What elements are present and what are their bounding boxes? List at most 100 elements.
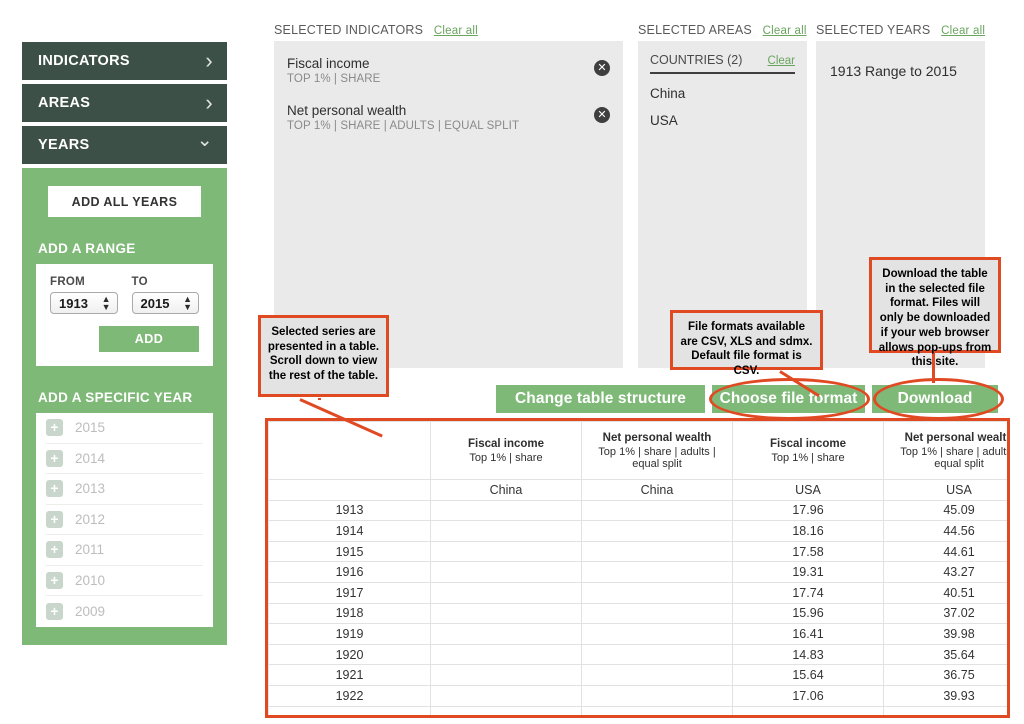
col-indicator-name: Net personal wealth <box>602 431 712 444</box>
col-indicator-meta: Top 1% | share <box>469 451 543 464</box>
to-label: TO <box>131 276 148 288</box>
download-button[interactable]: Download <box>872 385 998 413</box>
sidebar-item-areas[interactable]: AREAS <box>22 84 227 122</box>
specific-year-list[interactable]: + 2015 + 2014 + 2013 + 2012 + 2011 + 201… <box>36 413 213 627</box>
table-row: 1916 19.31 43.27 <box>268 561 1007 583</box>
to-field: TO 2015 ▲ ▼ <box>131 276 199 314</box>
table-cell-area: USA <box>883 479 1007 501</box>
table-row: 1917 17.74 40.51 <box>268 581 1007 604</box>
plus-icon[interactable]: + <box>46 480 63 498</box>
table-cell: 43.27 <box>883 561 1007 583</box>
clear-all-years-link[interactable]: Clear all <box>941 25 985 37</box>
from-year-stepper[interactable]: 1913 ▲ ▼ <box>50 292 118 314</box>
table-cell: 15.64 <box>732 664 884 686</box>
clear-all-indicators-link[interactable]: Clear all <box>434 25 478 37</box>
choose-file-format-button[interactable]: Choose file format <box>712 385 865 413</box>
table-cell: 17.58 <box>732 540 884 563</box>
clear-all-areas-link[interactable]: Clear all <box>763 25 807 37</box>
change-table-structure-button[interactable]: Change table structure <box>496 385 705 413</box>
data-table: Fiscal income Top 1% | share Net persona… <box>268 421 1010 715</box>
table-cell-year: 1922 <box>268 684 431 707</box>
plus-icon[interactable]: + <box>46 541 63 559</box>
selected-indicator-item: Fiscal income TOP 1% | SHARE ✕ <box>287 56 610 85</box>
selected-years-value[interactable]: 1913 Range to 2015 <box>830 63 957 79</box>
table-cell <box>430 520 582 542</box>
table-cell <box>430 684 582 707</box>
table-col-header: Net personal wealth Top 1% | share | adu… <box>883 421 1010 480</box>
table-cell <box>581 561 733 583</box>
table-cell: 16.41 <box>732 623 884 645</box>
list-item[interactable]: + 2013 <box>46 474 203 505</box>
table-cell: 44.61 <box>883 540 1007 563</box>
from-label: FROM <box>50 276 86 288</box>
list-item[interactable]: + 2015 <box>46 413 203 444</box>
table-cell: 15.96 <box>732 602 884 625</box>
selected-indicator-item: Net personal wealth TOP 1% | SHARE | ADU… <box>287 103 610 132</box>
year-label: 2012 <box>75 511 106 527</box>
add-range-button[interactable]: ADD <box>99 326 199 352</box>
col-indicator-meta: Top 1% | share | adults | equal split <box>900 445 1010 470</box>
sidebar-item-years[interactable]: YEARS <box>22 126 227 164</box>
list-item[interactable]: + 2014 <box>46 444 203 474</box>
sidebar-item-indicators-label: INDICATORS <box>38 53 130 69</box>
table-cell-year: 1916 <box>268 561 431 583</box>
table-cell-year: 1917 <box>268 581 431 604</box>
data-table-container[interactable]: Fiscal income Top 1% | share Net persona… <box>265 418 1010 718</box>
year-label: 2011 <box>75 542 105 558</box>
table-cell <box>581 705 733 715</box>
stepper-arrows-icon[interactable]: ▲ ▼ <box>183 295 192 312</box>
table-cell: 45.09 <box>883 499 1007 522</box>
table-cell <box>581 520 733 542</box>
callout-table-pointer <box>318 398 321 400</box>
countries-group-header: COUNTRIES (2) Clear <box>650 53 795 74</box>
table-cell-year: 1914 <box>268 520 431 542</box>
table-col-header: Fiscal income Top 1% | share <box>430 421 582 480</box>
remove-indicator-button[interactable]: ✕ <box>594 107 610 123</box>
table-cell <box>430 602 582 625</box>
plus-icon[interactable]: + <box>46 419 63 437</box>
table-cell <box>581 664 733 686</box>
table-cell <box>883 705 1007 715</box>
table-cell <box>581 684 733 707</box>
to-year-value: 2015 <box>140 295 170 311</box>
table-cell <box>581 581 733 604</box>
list-item[interactable]: USA <box>650 113 795 128</box>
table-cell: 14.83 <box>732 643 884 666</box>
table-cell-area: China <box>430 479 582 501</box>
plus-icon[interactable]: + <box>46 571 63 589</box>
year-label: 2015 <box>75 420 106 436</box>
list-item[interactable]: + 2012 <box>46 505 203 535</box>
table-cell <box>430 705 582 715</box>
plus-icon[interactable]: + <box>46 602 63 620</box>
remove-indicator-button[interactable]: ✕ <box>594 60 610 76</box>
table-col-header: Net personal wealth Top 1% | share | adu… <box>581 421 733 480</box>
list-item[interactable]: + 2010 <box>46 566 203 596</box>
year-label: 2014 <box>75 450 106 466</box>
table-cell: 40.51 <box>883 581 1007 604</box>
sidebar-item-indicators[interactable]: INDICATORS <box>22 42 227 80</box>
table-cell <box>430 581 582 604</box>
clear-countries-link[interactable]: Clear <box>768 55 795 67</box>
table-row: 1915 17.58 44.61 <box>268 540 1007 563</box>
list-item[interactable]: China <box>650 86 795 101</box>
table-cell-year: 1921 <box>268 664 431 686</box>
add-all-years-button[interactable]: ADD ALL YEARS <box>48 186 201 217</box>
list-item[interactable]: + 2011 <box>46 535 203 566</box>
year-label: 2009 <box>75 603 106 619</box>
plus-icon[interactable]: + <box>46 510 63 528</box>
table-header-row: Fiscal income Top 1% | share Net persona… <box>268 421 1010 480</box>
table-cell <box>581 602 733 625</box>
table-row: 1913 17.96 45.09 <box>268 499 1007 522</box>
years-panel: ADD ALL YEARS ADD A RANGE FROM 1913 ▲ ▼ T… <box>22 168 227 645</box>
table-cell <box>581 643 733 666</box>
stepper-arrows-icon[interactable]: ▲ ▼ <box>102 295 111 312</box>
col-indicator-name: Net personal wealth <box>904 431 1010 444</box>
table-cell <box>430 664 582 686</box>
col-indicator-meta: Top 1% | share <box>771 451 845 464</box>
sidebar-item-years-label: YEARS <box>38 137 90 153</box>
table-cell: 17.96 <box>732 499 884 522</box>
plus-icon[interactable]: + <box>46 449 63 467</box>
table-cell <box>430 643 582 666</box>
list-item[interactable]: + 2009 <box>46 596 203 627</box>
to-year-stepper[interactable]: 2015 ▲ ▼ <box>131 292 199 314</box>
